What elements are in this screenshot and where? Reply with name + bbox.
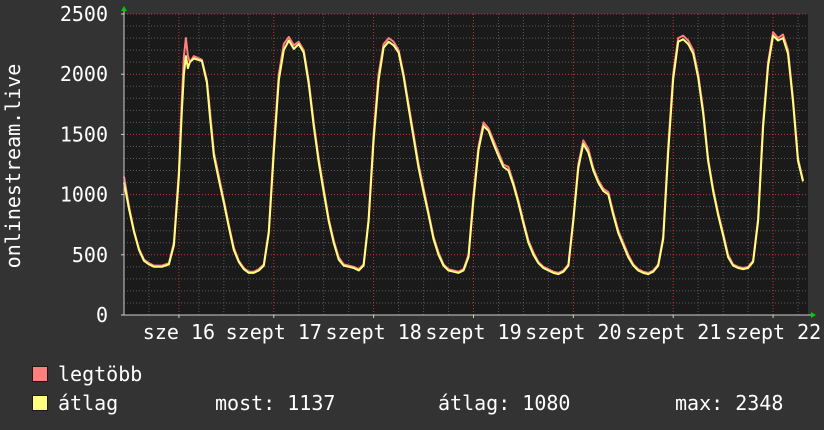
- x-tick-label: szept 21: [625, 320, 721, 344]
- x-tick-label: szept 17: [226, 320, 322, 344]
- x-tick-label: szept 20: [525, 320, 621, 344]
- y-axis-ticks: 0 500 1000 1500 2000 2500: [60, 2, 124, 327]
- x-tick-label: szept 22: [725, 320, 821, 344]
- y-axis-arrow-icon: [121, 6, 127, 11]
- x-tick-label: szept 18: [325, 320, 421, 344]
- y-tick-label: 1000: [60, 183, 108, 207]
- x-tick-label: sze 16: [143, 320, 215, 344]
- y-tick-label: 1500: [60, 122, 108, 146]
- y-tick-label: 2500: [60, 2, 108, 26]
- y-axis-label: onlinestream.live: [1, 64, 25, 269]
- x-axis-arrow-icon: [811, 312, 816, 318]
- y-tick-label: 500: [72, 243, 108, 267]
- traffic-chart: 05001000150020002500 sze 16 szept 17 szept…: [1, 2, 821, 344]
- x-tick-label: szept 19: [425, 320, 521, 344]
- plot-area: [124, 14, 808, 315]
- y-tick-label: 2000: [60, 62, 108, 86]
- y-tick-label: 0: [96, 303, 108, 327]
- x-axis-ticks: sze 16 szept 17 szept 18 szept 19 szept 20 sz…: [143, 315, 821, 344]
